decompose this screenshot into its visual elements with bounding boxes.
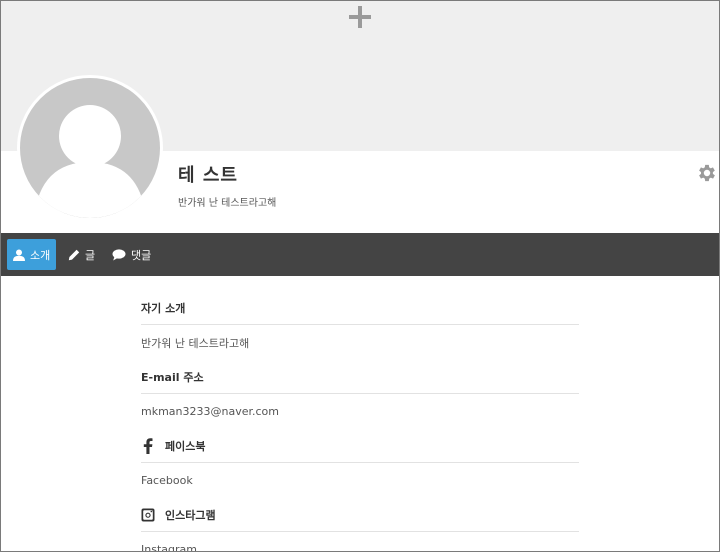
avatar[interactable] <box>17 75 163 221</box>
facebook-value: Facebook <box>141 474 193 487</box>
section-header-intro: 자기 소개 <box>141 291 579 325</box>
profile-bio: 반가워 난 테스트라고해 <box>178 198 277 209</box>
default-avatar-icon <box>34 105 146 218</box>
instagram-icon <box>141 508 155 521</box>
section-title: 자기 소개 <box>141 301 186 315</box>
profile-name: 테 스트 <box>178 165 238 186</box>
instagram-value: Instagram <box>141 543 197 552</box>
section-header-facebook: 페이스북 <box>141 429 579 463</box>
section-title: 페이스북 <box>165 439 206 453</box>
email-value: mkman3233@naver.com <box>141 405 279 418</box>
tab-intro[interactable]: 소개 <box>7 239 57 270</box>
facebook-icon <box>143 437 153 454</box>
section-header-email: E-mail 주소 <box>141 360 579 394</box>
comment-icon <box>112 248 126 260</box>
profile-page: 테 스트 반가워 난 테스트라고해 소개 글 댓글 자기 소개 반가워 난 테스… <box>0 0 720 552</box>
tab-posts[interactable]: 글 <box>62 239 101 270</box>
gear-icon[interactable] <box>696 162 718 184</box>
tab-comments-label: 댓글 <box>131 248 152 262</box>
section-title: E-mail 주소 <box>141 370 204 384</box>
tab-intro-label: 소개 <box>30 248 51 262</box>
intro-content: 자기 소개 반가워 난 테스트라고해 E-mail 주소 mkman3233@n… <box>141 291 579 552</box>
tab-posts-label: 글 <box>85 248 96 262</box>
section-header-instagram: 인스타그램 <box>141 498 579 532</box>
profile-tabbar: 소개 글 댓글 <box>1 233 719 276</box>
tab-comments[interactable]: 댓글 <box>106 239 157 270</box>
add-cover-icon[interactable] <box>347 4 373 30</box>
user-icon <box>13 249 25 261</box>
section-title: 인스타그램 <box>165 508 216 522</box>
intro-value: 반가워 난 테스트라고해 <box>141 336 250 350</box>
pencil-icon <box>68 249 80 260</box>
